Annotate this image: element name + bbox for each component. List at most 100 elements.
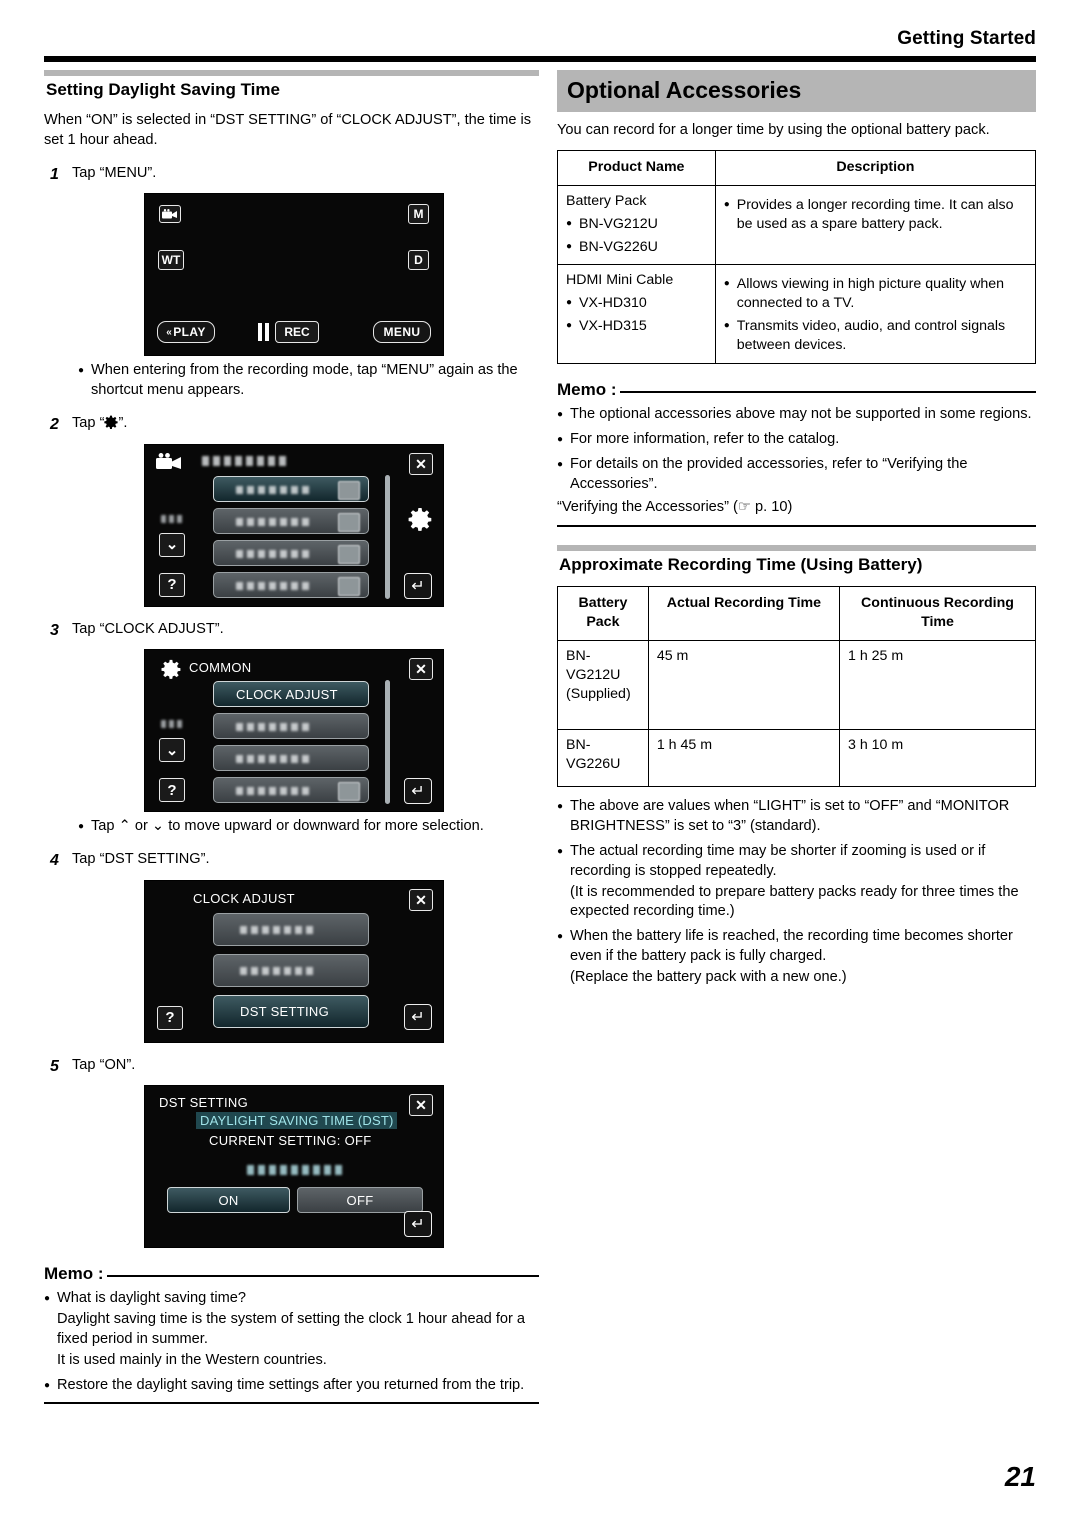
menu-row-1[interactable] [213,475,369,502]
video-camera-icon[interactable] [159,205,181,224]
table-row: BN-VG212U (Supplied) 45 m 1 h 25 m [557,640,1036,731]
close-icon[interactable]: ✕ [409,452,433,475]
table-header-row: Battery Pack Actual Recording Time Conti… [557,586,1036,642]
memo-right-header: Memo : [557,380,1036,400]
cell-continuous-vg212u: 1 h 25 m [839,640,1036,731]
step-3-number: 3 [50,621,59,639]
left-column: Setting Daylight Saving Time When “ON” i… [44,70,539,1405]
bullet-dot-icon: ● [557,845,564,857]
step-2: 2 Tap “ ”. [44,414,539,436]
header-product-name: Product Name [557,149,716,186]
optional-accessories-intro: You can record for a longer time by usin… [557,122,990,139]
help-icon[interactable]: ? [157,1005,183,1030]
bullet-dot-icon: ● [723,320,730,332]
step-1: 1 Tap “MENU”. [44,164,539,186]
clock-row-dst-setting-label: DST SETTING [240,1003,330,1019]
bullet-dot-icon: ● [723,278,730,290]
pointing-hand-icon: ☞ [737,499,751,516]
lcd-main-menu-screen: ✕ ⌄ ? ↵ [144,443,444,607]
step-5-text: Tap “ON”. [72,1056,136,1073]
scrollbar[interactable] [385,680,390,805]
memo-right-item-1: ● The optional accessories above may not… [557,405,1036,425]
dst-highlight-label: DAYLIGHT SAVING TIME (DST) [196,1112,398,1130]
step-1-text: Tap “MENU”. [72,164,157,181]
menu-row-2[interactable] [213,507,369,534]
help-icon[interactable]: ? [159,572,185,597]
note-shortcut-menu: ● When entering from the recording mode,… [78,361,539,401]
step-1-number: 1 [50,165,59,183]
menu-row-2[interactable] [213,713,369,740]
bullet-dot-icon: ● [557,433,564,445]
down-arrow-icon[interactable]: ⌄ [159,532,185,557]
menu-button[interactable]: MENU [373,321,431,344]
memo-left-item-1: ● What is daylight saving time? Daylight… [44,1289,539,1370]
memo-left-rule [106,1275,539,1278]
menu-row-4[interactable] [213,571,369,598]
clock-row-dst-setting[interactable]: DST SETTING [213,994,369,1028]
step-5: 5 Tap “ON”. [44,1056,539,1078]
help-icon[interactable]: ? [159,778,185,803]
step-2-text: Tap “ ”. [72,414,128,431]
menu-row-clock-adjust[interactable]: CLOCK ADJUST [213,681,369,708]
list-item: ● VX-HD310 [566,295,647,312]
lcd-recording-standby-screen: M WT D «PLAY REC MENU [144,193,444,357]
memo-left-item-2: ● Restore the daylight saving time setti… [44,1376,539,1396]
play-button-label: PLAY [173,325,206,340]
step-3: 3 Tap “CLOCK ADJUST”. [44,620,539,642]
menu-row-3[interactable] [213,745,369,772]
recording-time-table: Battery Pack Actual Recording Time Conti… [557,586,1036,788]
table-row: BN-VG226U 1 h 45 m 3 h 10 m [557,729,1036,788]
menu-row-3[interactable] [213,539,369,566]
step-3-text: Tap “CLOCK ADJUST”. [72,620,224,637]
recording-note-1: ● The above are values when “LIGHT” is s… [557,797,1036,837]
bullet-dot-icon: ● [566,320,573,332]
back-arrow-icon[interactable]: ↵ [404,778,432,805]
step-5-number: 5 [50,1057,59,1075]
accessories-table: Product Name Description Battery Pack ● … [557,149,1037,364]
header-continuous-recording-time: Continuous Recording Time [839,586,1036,642]
double-chevron-left-icon: « [166,326,173,338]
lcd-clock-adjust-screen: CLOCK ADJUST ✕ ? ↵ DST SETTING [144,879,444,1043]
clock-row-1[interactable] [213,912,369,946]
zoom-wt-icon[interactable]: WT [158,250,184,271]
gear-icon[interactable] [408,507,432,531]
dst-option-on[interactable]: ON [167,1187,290,1214]
section-title-daylight-saving: Setting Daylight Saving Time [44,70,539,102]
back-arrow-icon[interactable]: ↵ [404,1003,432,1030]
bullet-dot-icon: ● [557,801,564,813]
memo-right-item-2: ● For more information, refer to the cat… [557,430,1036,450]
play-button[interactable]: «PLAY [157,321,215,344]
bullet-dot-icon: ● [557,408,564,420]
cell-actual-vg226u: 1 h 45 m [647,729,841,788]
scrollbar[interactable] [385,474,390,599]
memo-left-label: Memo : [44,1264,104,1284]
manual-mode-icon[interactable]: M [408,204,429,225]
table-row: Battery Pack ● BN-VG212U ● BN-VG226U ● P… [557,184,1037,266]
cell-description-hdmi-cable: ● Allows viewing in high picture quality… [714,264,1037,364]
rec-button[interactable]: REC [275,321,319,344]
page-indicator-blurred [161,514,185,523]
clock-row-2[interactable] [213,953,369,987]
menu-title-blurred [202,455,290,466]
bullet-dot-icon: ● [723,198,730,210]
list-item: ● VX-HD315 [566,318,647,335]
dst-option-off[interactable]: OFF [297,1187,423,1214]
bullet-dot-icon: ● [566,217,573,229]
close-icon[interactable]: ✕ [409,1094,433,1117]
bullet-dot-icon: ● [44,1293,51,1305]
note-scroll-arrows: ● Tap ⌃ or ⌄ to move upward or downward … [78,817,539,837]
cell-battery-vg212u: BN-VG212U (Supplied) [557,640,649,731]
down-arrow-icon[interactable]: ⌄ [159,738,185,763]
back-arrow-icon[interactable]: ↵ [404,1211,432,1238]
menu-row-4[interactable] [213,777,369,804]
step-4: 4 Tap “DST SETTING”. [44,850,539,872]
close-icon[interactable]: ✕ [409,888,433,911]
display-icon[interactable]: D [408,250,429,271]
list-item: ● BN-VG212U [566,215,658,232]
cell-product-hdmi-cable: HDMI Mini Cable ● VX-HD310 ● VX-HD315 [557,264,716,364]
step-4-number: 4 [50,851,59,869]
header-battery-pack: Battery Pack [557,586,649,642]
dst-current-setting: CURRENT SETTING: OFF [209,1133,372,1149]
close-icon[interactable]: ✕ [409,658,433,681]
back-arrow-icon[interactable]: ↵ [404,572,432,599]
